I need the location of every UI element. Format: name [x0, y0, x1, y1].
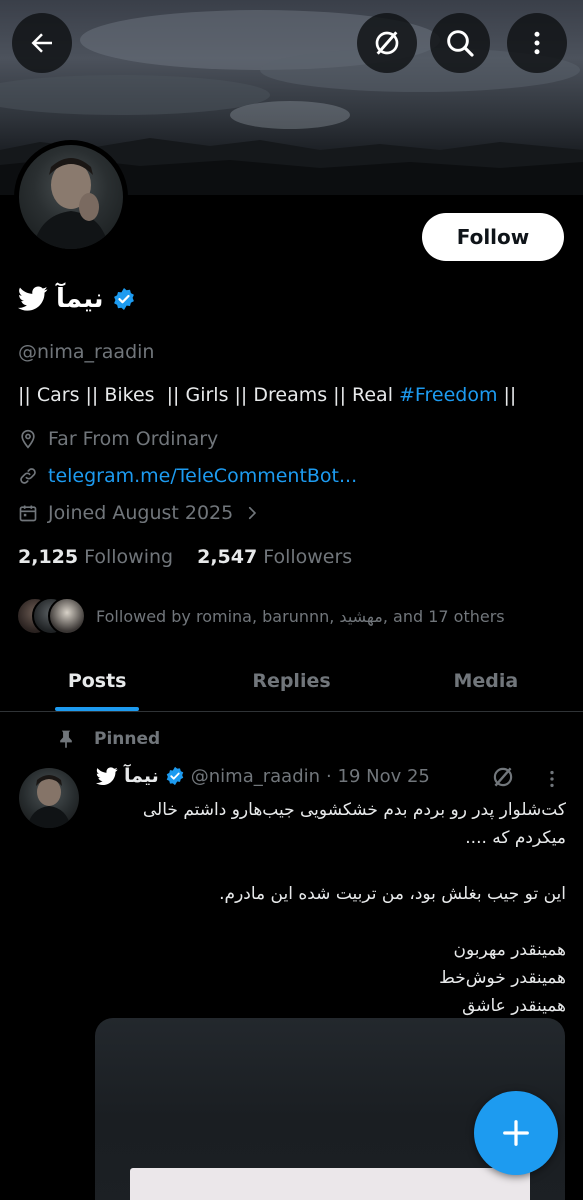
display-name-row: نیمآ — [18, 281, 136, 317]
tab-media[interactable]: Media — [389, 650, 583, 711]
profile-website[interactable]: telegram.me/TeleCommentBot... — [18, 465, 357, 487]
profile-avatar[interactable] — [14, 140, 128, 254]
post-header: نیمآ @nima_raadin · 19 Nov 25 — [96, 765, 430, 787]
link-icon — [20, 468, 36, 484]
post-date[interactable]: · 19 Nov 25 — [326, 766, 430, 787]
bio-end: || — [497, 384, 517, 406]
post-line: کت‌شلوار پدر رو بردم بدم خشکشویی جیب‌هار… — [142, 800, 566, 848]
pinned-label: Pinned — [94, 729, 161, 749]
more-button[interactable] — [507, 13, 567, 73]
tab-posts[interactable]: Posts — [0, 650, 194, 711]
arrow-left-icon — [31, 33, 52, 53]
follow-button[interactable]: Follow — [422, 213, 564, 261]
post-handle[interactable]: @nima_raadin — [191, 766, 320, 787]
following-count-link[interactable]: 2,125 Following — [18, 546, 173, 568]
post-image-paper — [130, 1168, 530, 1200]
followers-label: Followers — [263, 546, 353, 568]
post-more-button[interactable] — [541, 768, 563, 794]
pin-icon — [60, 730, 72, 749]
followers-count-link[interactable]: 2,547 Followers — [197, 546, 352, 568]
calendar-icon — [19, 505, 37, 522]
compose-button[interactable] — [474, 1091, 558, 1175]
location-text: Far From Ordinary — [48, 428, 219, 450]
followed-by-avatars — [16, 597, 86, 635]
twitter-bird-icon — [96, 766, 118, 785]
profile-handle: @nima_raadin — [18, 341, 155, 363]
post-line: همینقدر مهربون — [453, 940, 566, 960]
profile-tabs: Posts Replies Media — [0, 650, 583, 712]
avatar — [48, 597, 86, 635]
following-label: Following — [84, 546, 174, 568]
search-button[interactable] — [430, 13, 490, 73]
followed-by-text: Followed by romina, barunnn, مهشید, and … — [96, 606, 505, 626]
grok-button[interactable] — [357, 13, 417, 73]
post-avatar[interactable] — [19, 768, 79, 828]
chevron-right-icon — [249, 506, 257, 520]
twitter-bird-icon — [18, 286, 48, 311]
website-link[interactable]: telegram.me/TeleCommentBot... — [48, 465, 357, 487]
following-count: 2,125 — [18, 546, 79, 568]
display-name: نیمآ — [56, 284, 104, 314]
post-line: همینقدر خوش‌خط — [439, 968, 566, 988]
post-grok-button[interactable] — [490, 764, 516, 794]
profile-joined[interactable]: Joined August 2025 — [18, 502, 261, 524]
post-line: این تو جیب بغلش بود، من تربیت شده این ما… — [219, 884, 566, 904]
followers-count: 2,547 — [197, 546, 258, 568]
bio-text: || Cars || Bikes || Girls || Dreams || R… — [18, 384, 400, 406]
verified-badge-icon — [113, 288, 134, 310]
post-line: همینقدر عاشق — [462, 996, 566, 1016]
followed-by[interactable]: Followed by romina, barunnn, مهشید, and … — [16, 597, 505, 635]
bio-hashtag[interactable]: #Freedom — [399, 384, 497, 406]
pinned-indicator: Pinned — [56, 728, 160, 750]
joined-text: Joined August 2025 — [48, 502, 234, 524]
post-line — [96, 908, 566, 936]
profile-bio: || Cars || Bikes || Girls || Dreams || R… — [18, 384, 516, 406]
grok-icon — [375, 31, 399, 55]
more-vertical-icon — [534, 31, 540, 55]
post-display-name[interactable]: نیمآ — [124, 765, 159, 787]
verified-badge-icon — [166, 766, 184, 786]
follow-counts: 2,125 Following 2,547 Followers — [18, 546, 352, 568]
post-text: کت‌شلوار پدر رو بردم بدم خشکشویی جیب‌هار… — [96, 796, 566, 1020]
location-pin-icon — [21, 429, 35, 449]
tab-replies[interactable]: Replies — [194, 650, 388, 711]
more-vertical-icon — [550, 770, 554, 788]
post-line — [96, 852, 566, 880]
plus-icon — [503, 1120, 529, 1146]
search-icon — [447, 30, 474, 57]
profile-location: Far From Ordinary — [18, 428, 218, 450]
grok-icon — [493, 767, 513, 787]
back-button[interactable] — [12, 13, 72, 73]
